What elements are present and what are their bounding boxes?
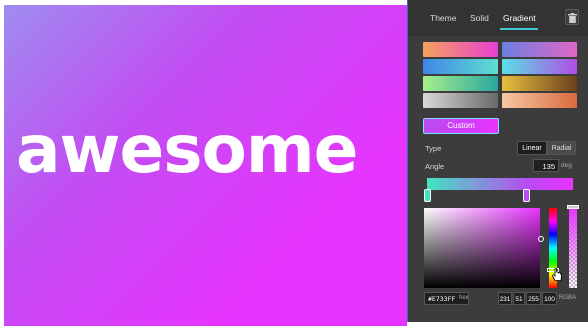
type-linear-button[interactable]: Linear <box>517 141 547 155</box>
canvas-frame-top <box>0 0 407 5</box>
type-radial-button[interactable]: Radial <box>547 141 576 155</box>
alpha-input[interactable]: 100 <box>542 292 557 305</box>
gradient-preset-swatch[interactable] <box>423 59 498 74</box>
hex-unit-label: hex <box>459 295 469 301</box>
angle-input[interactable]: 135 <box>533 159 559 172</box>
angle-label: Angle <box>425 162 445 171</box>
gradient-preset-swatch[interactable] <box>423 76 498 91</box>
saturation-value-picker[interactable] <box>424 208 540 288</box>
red-input[interactable]: 231 <box>498 292 512 305</box>
canvas-preview: awesome <box>0 0 407 331</box>
headline-text[interactable]: awesome <box>16 117 386 183</box>
gradient-preset-swatch[interactable] <box>502 93 577 108</box>
tab-solid[interactable]: Solid <box>470 13 489 23</box>
green-input[interactable]: 51 <box>513 292 525 305</box>
rgba-unit-label: RGBA <box>559 295 577 301</box>
alpha-slider-handle[interactable] <box>567 205 579 209</box>
alpha-slider[interactable] <box>569 208 577 288</box>
gradient-bar[interactable] <box>427 178 573 190</box>
gradient-preset-swatch[interactable] <box>502 42 577 57</box>
trash-icon <box>568 13 577 23</box>
canvas-frame-left <box>0 0 4 331</box>
gradient-preset-swatch[interactable] <box>423 93 498 108</box>
active-tab-indicator <box>500 28 538 30</box>
delete-button[interactable] <box>565 9 579 25</box>
hand-pointer-icon <box>552 268 562 281</box>
canvas-frame-bottom <box>0 326 407 331</box>
gradient-preset-swatch[interactable] <box>502 76 577 91</box>
type-label: Type <box>425 144 442 153</box>
gradient-stop-handle[interactable] <box>523 189 531 202</box>
panel-frame-bottom <box>407 322 588 331</box>
tab-gradient[interactable]: Gradient <box>503 13 536 23</box>
panel-tab-bar: Theme Solid Gradient <box>408 0 588 36</box>
custom-gradient-button[interactable]: Custom <box>423 118 499 134</box>
tab-theme[interactable]: Theme <box>430 13 456 23</box>
gradient-preset-swatch[interactable] <box>423 42 498 57</box>
color-cursor[interactable] <box>538 236 544 242</box>
gradient-stop-handle[interactable] <box>424 189 431 202</box>
gradient-preset-swatch[interactable] <box>502 59 577 74</box>
blue-input[interactable]: 255 <box>526 292 541 305</box>
angle-unit: deg <box>561 162 572 169</box>
